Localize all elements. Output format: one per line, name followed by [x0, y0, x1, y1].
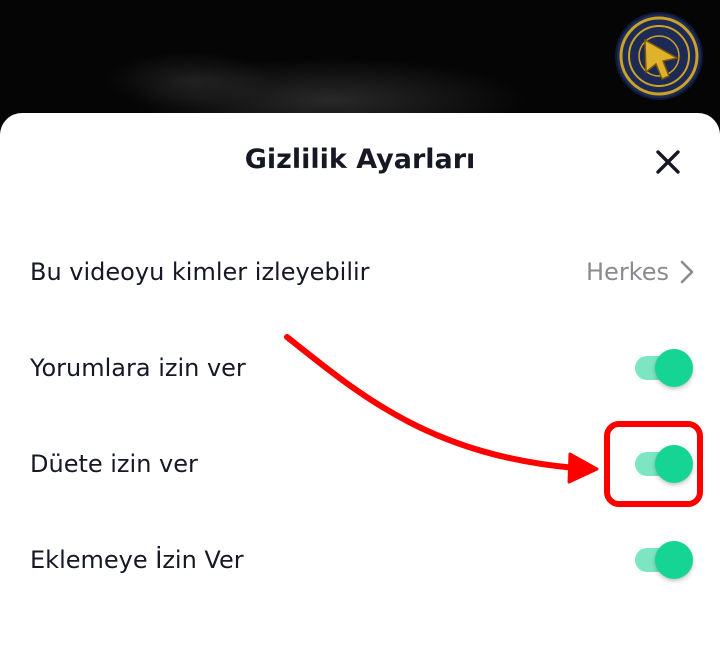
toggle-knob — [655, 541, 693, 579]
who-can-view-value: Herkes — [586, 258, 669, 286]
avatar[interactable] — [617, 14, 701, 98]
cursor-logo-icon — [619, 16, 699, 96]
sheet-title: Gizlilik Ayarları — [244, 144, 476, 175]
allow-comments-label: Yorumlara izin ver — [30, 354, 246, 382]
allow-comments-row: Yorumlara izin ver — [30, 338, 695, 398]
chevron-right-icon — [680, 260, 694, 284]
who-can-view-label: Bu videoyu kimler izleyebilir — [30, 258, 370, 286]
close-icon — [656, 150, 680, 174]
who-can-view-row[interactable]: Bu videoyu kimler izleyebilir Herkes — [30, 242, 695, 302]
allow-stitch-row: Eklemeye İzin Ver — [30, 530, 695, 590]
allow-duet-label: Düete izin ver — [30, 450, 198, 478]
allow-comments-toggle[interactable] — [635, 349, 695, 387]
allow-stitch-toggle[interactable] — [635, 541, 695, 579]
who-can-view-selector[interactable]: Herkes — [586, 258, 695, 286]
toggle-knob — [655, 349, 693, 387]
allow-duet-row: Düete izin ver — [30, 434, 695, 494]
allow-stitch-label: Eklemeye İzin Ver — [30, 546, 244, 574]
toggle-knob — [655, 445, 693, 483]
allow-duet-toggle[interactable] — [635, 445, 695, 483]
close-button[interactable] — [648, 142, 688, 182]
